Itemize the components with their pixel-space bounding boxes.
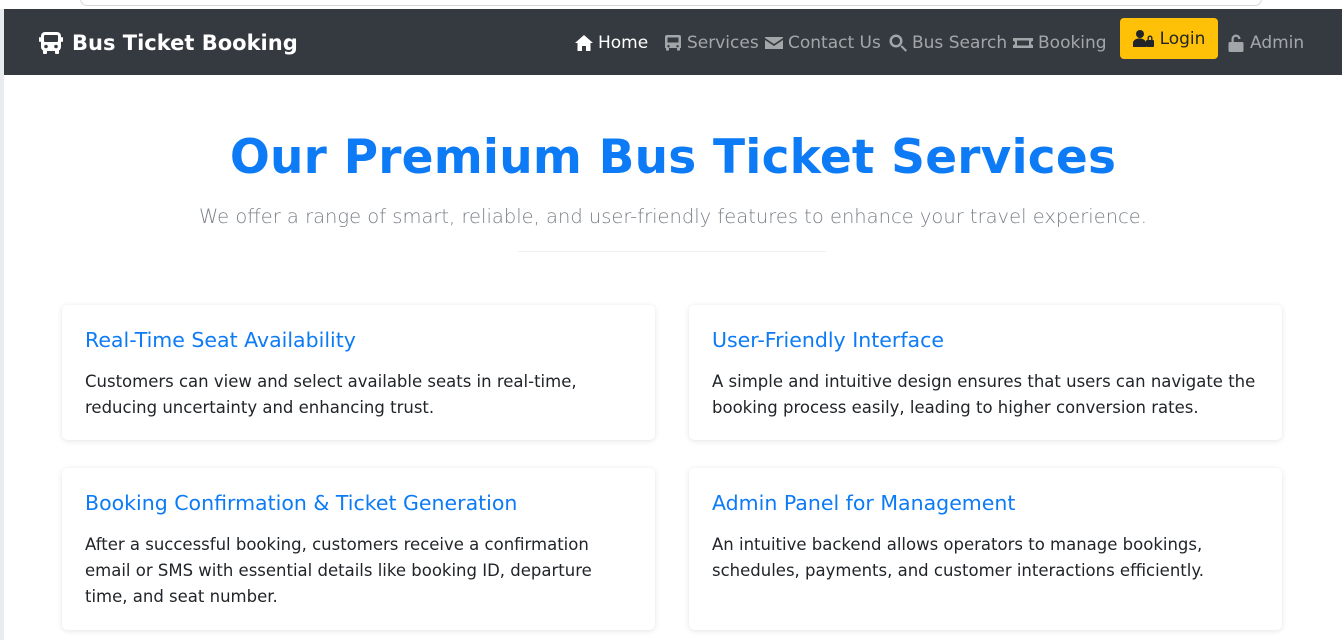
service-card: Booking Confirmation & Ticket Generation… (62, 468, 655, 630)
brand-title: Bus Ticket Booking (72, 31, 298, 55)
bus-icon (665, 35, 681, 51)
service-card-title: Real-Time Seat Availability (85, 328, 356, 352)
unlock-icon (1228, 34, 1244, 52)
nav-home[interactable]: Home (574, 29, 648, 57)
nav-home-label: Home (598, 33, 649, 53)
divider (518, 251, 826, 252)
service-card: User-Friendly Interface A simple and int… (689, 305, 1282, 440)
browser-address-strip (0, 0, 1342, 9)
service-card-text: An intuitive backend allows operators to… (712, 535, 1205, 580)
nav-services-label: Services (687, 33, 759, 53)
service-card-title: User-Friendly Interface (712, 328, 944, 352)
service-card-text: After a successful booking, customers re… (85, 535, 592, 606)
service-card-title: Admin Panel for Management (712, 491, 1016, 515)
home-icon (575, 35, 593, 51)
nav-contact-label: Contact Us (788, 33, 881, 53)
nav-services[interactable]: Services (663, 29, 759, 57)
ticket-icon (1013, 38, 1033, 48)
service-card-text: A simple and intuitive design ensures th… (712, 372, 1256, 417)
search-icon (889, 34, 907, 52)
nav-admin[interactable]: Admin (1226, 29, 1304, 57)
user-lock-icon (1132, 29, 1154, 47)
address-bar-edge (80, 0, 1262, 6)
nav-booking[interactable]: Booking (1012, 29, 1107, 57)
login-label: Login (1159, 28, 1206, 49)
service-card: Admin Panel for Management An intuitive … (689, 468, 1282, 630)
service-card-title: Booking Confirmation & Ticket Generation (85, 491, 518, 515)
nav-bus-search[interactable]: Bus Search (888, 29, 1007, 57)
service-card: Real-Time Seat Availability Customers ca… (62, 305, 655, 440)
page-subtitle: We offer a range of smart, reliable, and… (199, 205, 1147, 228)
nav-admin-label: Admin (1250, 33, 1305, 53)
nav-bus-search-label: Bus Search (912, 33, 1008, 53)
bus-icon (39, 32, 63, 54)
page-left-edge (0, 9, 4, 640)
nav-contact[interactable]: Contact Us (764, 29, 881, 57)
page-title: Our Premium Bus Ticket Services (229, 130, 1117, 185)
nav-booking-label: Booking (1038, 33, 1107, 53)
login-button[interactable]: Login (1120, 18, 1218, 59)
top-navbar: Bus Ticket Booking Home Services Contact… (4, 9, 1342, 75)
envelope-icon (765, 37, 783, 49)
brand-link[interactable]: Bus Ticket Booking (38, 29, 298, 57)
service-card-text: Customers can view and select available … (85, 372, 577, 417)
